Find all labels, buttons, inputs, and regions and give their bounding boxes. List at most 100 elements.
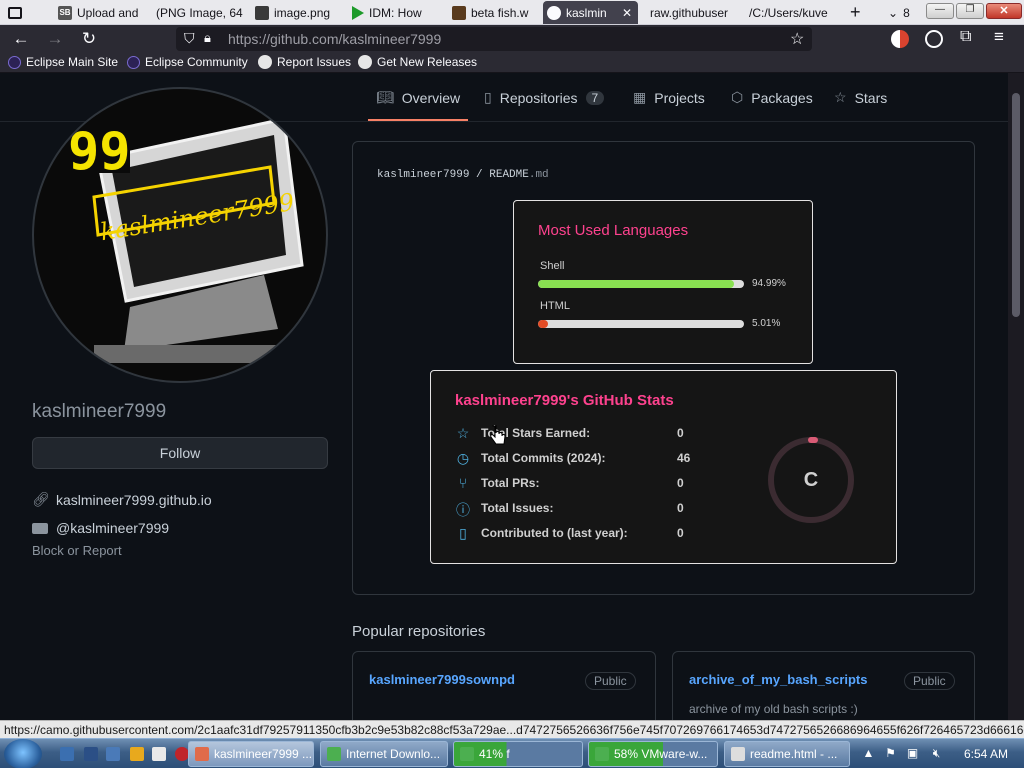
browser-tab[interactable]: raw.githubuser <box>646 1 742 24</box>
bookmark-item[interactable]: Eclipse Community <box>127 55 248 69</box>
stat-value: 0 <box>677 476 684 490</box>
lock-icon[interactable]: 🔒︎ <box>204 30 211 46</box>
count-badge: 7 <box>585 90 605 105</box>
firefox-icon <box>195 747 209 761</box>
browser-tab[interactable]: /C:/Users/kuve <box>745 1 841 24</box>
network-icon[interactable]: ▣ <box>906 747 919 760</box>
scrollbar-thumb[interactable] <box>1012 93 1020 317</box>
github-icon <box>258 55 272 69</box>
close-tab-icon[interactable]: ✕ <box>622 6 638 20</box>
profile-website[interactable]: 🔗︎ kaslmineer7999.github.io <box>32 491 212 508</box>
start-button[interactable] <box>4 739 42 768</box>
youtube-icon <box>32 522 48 534</box>
reload-icon: ↻ <box>81 29 97 48</box>
repo-name-link[interactable]: archive_of_my_bash_scripts <box>689 672 867 687</box>
browser-tab[interactable]: (PNG Image, 64 <box>152 1 248 24</box>
explorer-icon[interactable] <box>84 747 98 761</box>
url-path: kaslmineer7999 <box>342 31 442 47</box>
tab-label: raw.githubuser <box>650 5 729 20</box>
eclipse-icon <box>8 55 21 69</box>
website-link[interactable]: kaslmineer7999.github.io <box>56 492 212 508</box>
hand-cursor-icon <box>490 425 506 445</box>
language-bar <box>538 280 744 288</box>
language-percent: 94.99% <box>752 278 786 289</box>
reload-button[interactable]: ↻ <box>78 29 100 49</box>
taskbar-download-progress[interactable]: 58% VMware-w... <box>588 741 718 767</box>
tab-label: IDM: How <box>369 5 422 20</box>
readme-user[interactable]: kaslmineer7999 <box>377 169 469 181</box>
follow-button[interactable]: Follow <box>32 437 328 469</box>
browser-tab[interactable]: IDM: How <box>348 1 444 24</box>
tab-packages[interactable]: ⬡ Packages <box>731 89 813 106</box>
tab-list-button[interactable] <box>4 1 32 24</box>
browser-tab-active[interactable]: kaslmin ✕ <box>543 1 638 24</box>
volume-muted-icon[interactable]: 🔇︎ <box>930 747 943 760</box>
tab-overview[interactable]: 📖︎ Overview <box>376 89 460 106</box>
bookmark-star-icon[interactable]: ☆ <box>790 29 804 49</box>
bookmark-label: Eclipse Community <box>145 55 248 69</box>
taskbar-clock[interactable]: 6:54 AM <box>964 747 1008 761</box>
tab-repositories[interactable]: ▯ Repositories 7 <box>484 89 605 106</box>
close-window-button[interactable]: ✕ <box>986 3 1022 19</box>
tab-label: Stars <box>854 89 888 106</box>
media-icon[interactable] <box>130 747 144 761</box>
menu-icon[interactable]: ≡ <box>994 27 1004 47</box>
repo-card: archive_of_my_bash_scripts Public archiv… <box>672 651 975 720</box>
bookmark-item[interactable]: Eclipse Main Site <box>8 55 118 69</box>
idm-favicon-icon <box>352 5 364 20</box>
language-bar <box>538 320 744 328</box>
tab-count: 8 <box>903 5 910 20</box>
address-bar[interactable]: ⛉ 🔒︎ https://github.com/kaslmineer7999 ☆ <box>176 27 812 51</box>
sb-favicon-icon: SB <box>58 5 72 20</box>
stat-value: 0 <box>677 426 684 440</box>
star-icon: ☆ <box>834 89 847 105</box>
action-center-flag-icon[interactable]: ⚑ <box>884 747 897 760</box>
tab-label: Projects <box>654 89 705 106</box>
new-tab-button[interactable]: + <box>846 1 868 24</box>
shield-icon[interactable]: ⛉ <box>184 30 195 47</box>
tab-label: Overview <box>401 89 461 106</box>
tab-stars[interactable]: ☆ Stars <box>834 89 887 106</box>
repo-name-link[interactable]: kaslmineer7999sownpd <box>369 672 515 687</box>
show-desktop-icon[interactable] <box>60 747 74 761</box>
taskbar-button[interactable]: readme.html - ... <box>724 741 850 767</box>
taskbar-button[interactable]: Internet Downlo... <box>320 741 448 767</box>
restore-button[interactable]: ❐ <box>956 3 984 19</box>
bookmark-item[interactable]: Report Issues <box>258 55 351 69</box>
repo-icon: ▯ <box>484 89 492 105</box>
youtube-link[interactable]: @kaslmineer7999 <box>56 520 169 536</box>
extension-icon[interactable] <box>891 30 909 48</box>
profile-youtube[interactable]: @kaslmineer7999 <box>32 520 169 536</box>
tab-projects[interactable]: ▦ Projects <box>633 89 705 106</box>
rank-ring: C <box>768 437 854 523</box>
profile-username: kaslmineer7999 <box>32 401 167 422</box>
readme-path: kaslmineer7999 / README.md <box>377 169 549 181</box>
language-percent: 5.01% <box>752 318 781 329</box>
back-button[interactable]: ← <box>10 29 32 49</box>
bookmark-item[interactable]: Get New Releases <box>358 55 477 69</box>
block-or-report-link[interactable]: Block or Report <box>32 543 122 558</box>
bookmark-label: Eclipse Main Site <box>26 55 119 69</box>
extensions-icon[interactable]: ⧉ <box>960 28 971 46</box>
forward-button[interactable]: → <box>44 29 66 49</box>
account-icon[interactable] <box>925 30 943 48</box>
avatar[interactable]: kaslmineer7999 99 <box>32 87 328 383</box>
minimize-button[interactable]: — <box>926 3 954 19</box>
bookmark-label: Get New Releases <box>377 55 478 69</box>
taskbar-download-progress[interactable]: 41% f <box>453 741 583 767</box>
tray-expand-icon[interactable]: ▲ <box>862 747 875 760</box>
quicklaunch-icon[interactable] <box>175 747 189 761</box>
taskbar-label: readme.html - ... <box>750 747 838 761</box>
tab-label: kaslmin <box>566 5 607 20</box>
quicklaunch-icon[interactable] <box>106 747 120 761</box>
tab-overflow-button[interactable]: ⌄ 8 <box>884 1 918 24</box>
browser-tab[interactable]: SB Upload and <box>54 1 150 24</box>
star-outline-icon: ☆ <box>456 425 470 441</box>
most-used-languages-card: Most Used Languages Shell 94.99% HTML 5.… <box>513 200 813 364</box>
github-favicon-icon <box>547 5 561 20</box>
page-scrollbar[interactable] <box>1008 73 1024 720</box>
browser-tab[interactable]: image.png <box>251 1 347 24</box>
quicklaunch-icon[interactable] <box>152 747 166 761</box>
browser-tab[interactable]: beta fish.w <box>448 1 540 24</box>
taskbar-button[interactable]: kaslmineer7999 ... <box>188 741 314 767</box>
